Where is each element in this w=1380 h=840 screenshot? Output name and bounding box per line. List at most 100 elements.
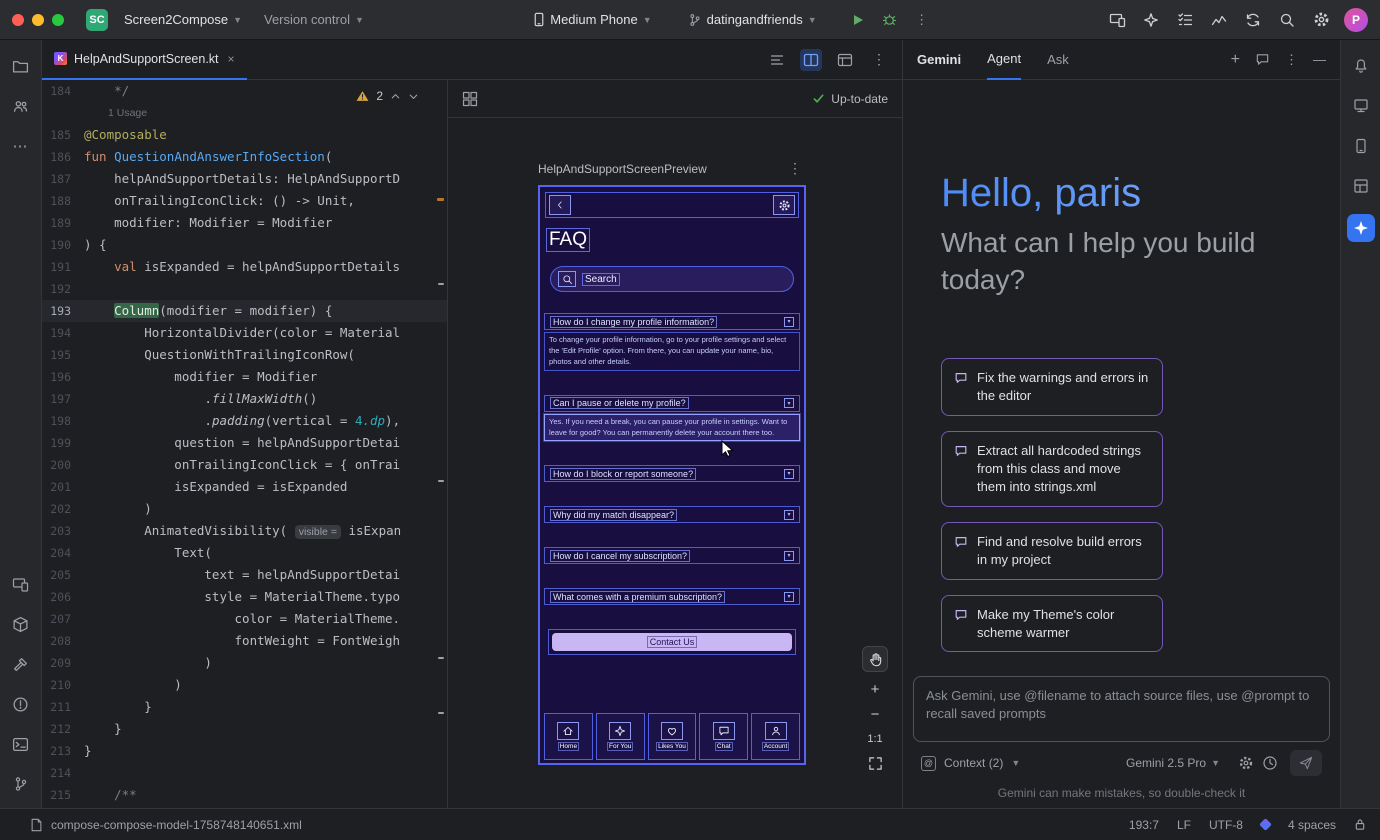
zoom-to-fit-button[interactable]	[868, 756, 883, 771]
task-list-button[interactable]	[1174, 9, 1196, 31]
nav-item-chat[interactable]: Chat	[699, 713, 748, 760]
code-line[interactable]: 198 .padding(vertical = 4.dp),	[42, 410, 447, 432]
faq-question-row[interactable]: How do I block or report someone?▾	[544, 465, 800, 482]
sync-button[interactable]	[1242, 9, 1264, 31]
code-line[interactable]: 201 isExpanded = isExpanded	[42, 476, 447, 498]
suggestion-card[interactable]: Find and resolve build errors in my proj…	[941, 522, 1163, 580]
nav-item-for-you[interactable]: For You	[596, 713, 645, 760]
code-line[interactable]: 202 )	[42, 498, 447, 520]
nav-item-home[interactable]: Home	[544, 713, 593, 760]
build-tool-button[interactable]	[9, 652, 33, 676]
prev-issue-icon[interactable]	[390, 91, 401, 102]
inspections-widget[interactable]: 2	[350, 87, 425, 105]
gemini-prompt-input[interactable]: Ask Gemini, use @filename to attach sour…	[913, 676, 1330, 742]
gemini-settings-icon[interactable]	[1238, 755, 1254, 771]
code-line[interactable]: 186fun QuestionAndAnswerInfoSection(	[42, 146, 447, 168]
minimize-window-button[interactable]	[32, 14, 44, 26]
contact-us-button[interactable]: Contact Us	[552, 633, 792, 651]
running-devices-button[interactable]	[9, 572, 33, 596]
faq-question-row[interactable]: Can I pause or delete my profile?▾	[544, 395, 800, 412]
ai-assistant-button[interactable]	[1140, 9, 1162, 31]
emulator-button[interactable]	[1349, 134, 1373, 158]
close-tab-icon[interactable]: ×	[228, 52, 235, 66]
code-line[interactable]: 196 modifier = Modifier	[42, 366, 447, 388]
preview-options-button[interactable]: ⋮	[788, 160, 802, 177]
device-selector[interactable]: Medium Phone▼	[527, 9, 657, 30]
code-line[interactable]: 192	[42, 278, 447, 300]
editor-options-button[interactable]: ⋮	[868, 49, 890, 71]
maximize-window-button[interactable]	[52, 14, 64, 26]
zoom-ratio-button[interactable]: 1:1	[867, 733, 882, 745]
search-button[interactable]	[1276, 9, 1298, 31]
expand-icon[interactable]: ▾	[784, 398, 794, 408]
new-chat-button[interactable]: +	[1231, 51, 1240, 69]
code-line[interactable]: 197 .fillMaxWidth()	[42, 388, 447, 410]
suggestion-card[interactable]: Make my Theme's color scheme warmer	[941, 595, 1163, 653]
back-button[interactable]	[549, 195, 571, 215]
code-line[interactable]: 199 question = helpAndSupportDetai	[42, 432, 447, 454]
problems-tool-button[interactable]	[9, 692, 33, 716]
ai-status-icon[interactable]	[1259, 818, 1272, 831]
code-line[interactable]: 194 HorizontalDivider(color = Material	[42, 322, 447, 344]
gemini-options-button[interactable]: ⋮	[1285, 52, 1298, 68]
code-line[interactable]: 187 helpAndSupportDetails: HelpAndSuppor…	[42, 168, 447, 190]
zoom-in-button[interactable]: +	[871, 683, 880, 697]
pan-tool-button[interactable]	[862, 646, 888, 672]
project-tool-button[interactable]	[9, 54, 33, 78]
expand-icon[interactable]: ▾	[784, 510, 794, 520]
code-line[interactable]: 208 fontWeight = FontWeigh	[42, 630, 447, 652]
code-line[interactable]: 206 style = MaterialTheme.typo	[42, 586, 447, 608]
code-line[interactable]: 188 onTrailingIconClick: () -> Unit,	[42, 190, 447, 212]
user-avatar[interactable]: P	[1344, 8, 1368, 32]
hide-panel-button[interactable]: —	[1313, 52, 1326, 67]
send-button[interactable]	[1290, 750, 1322, 776]
chat-history-icon[interactable]	[1255, 52, 1270, 67]
code-line[interactable]: 211 }	[42, 696, 447, 718]
design-view-button[interactable]	[834, 49, 856, 71]
package-tool-button[interactable]	[9, 612, 33, 636]
gemini-tool-button[interactable]	[1347, 214, 1375, 242]
status-file-name[interactable]: compose-compose-model-1758748140651.xml	[51, 818, 302, 832]
project-selector[interactable]: Screen2Compose▼	[118, 9, 248, 30]
device-mirroring-button[interactable]	[1106, 9, 1128, 31]
model-selector[interactable]: Gemini 2.5 Pro ▼	[1126, 756, 1220, 770]
code-line[interactable]: 215 /**	[42, 784, 447, 806]
close-window-button[interactable]	[12, 14, 24, 26]
code-line[interactable]: 213}	[42, 740, 447, 762]
code-line[interactable]: 203 AnimatedVisibility( visible = isExpa…	[42, 520, 447, 542]
code-line[interactable]: 200 onTrailingIconClick = { onTrai	[42, 454, 447, 476]
tab-agent[interactable]: Agent	[987, 40, 1021, 80]
resource-manager-button[interactable]	[9, 94, 33, 118]
git-tool-button[interactable]	[9, 772, 33, 796]
settings-gear-button[interactable]	[773, 195, 795, 215]
notifications-button[interactable]	[1349, 54, 1373, 78]
code-line[interactable]: 189 modifier: Modifier = Modifier	[42, 212, 447, 234]
terminal-tool-button[interactable]	[9, 732, 33, 756]
code-line[interactable]: 195 QuestionWithTrailingIconRow(	[42, 344, 447, 366]
editor-tab[interactable]: K HelpAndSupportScreen.kt ×	[42, 40, 247, 80]
code-line[interactable]: 209 )	[42, 652, 447, 674]
expand-icon[interactable]: ▾	[784, 592, 794, 602]
nav-item-account[interactable]: Account	[751, 713, 800, 760]
prompt-history-icon[interactable]	[1262, 755, 1278, 771]
expand-icon[interactable]: ▾	[784, 317, 794, 327]
search-field[interactable]: Search	[550, 266, 794, 292]
code-line[interactable]: 212 }	[42, 718, 447, 740]
faq-question-row[interactable]: What comes with a premium subscription?▾	[544, 588, 800, 605]
code-line[interactable]: 185@Composable	[42, 124, 447, 146]
line-ending[interactable]: LF	[1177, 818, 1191, 832]
code-view-button[interactable]	[766, 49, 788, 71]
code-editor[interactable]: 184 */1 Usage185@Composable186fun Questi…	[42, 80, 447, 808]
code-line[interactable]: 191 val isExpanded = helpAndSupportDetai…	[42, 256, 447, 278]
split-view-button[interactable]	[800, 49, 822, 71]
lock-icon[interactable]	[1354, 818, 1366, 831]
code-line[interactable]: 210 )	[42, 674, 447, 696]
next-issue-icon[interactable]	[408, 91, 419, 102]
more-actions-button[interactable]: ⋮	[911, 9, 933, 31]
preview-name-label[interactable]: HelpAndSupportScreenPreview	[538, 162, 707, 176]
layout-inspector-button[interactable]	[1349, 174, 1373, 198]
usage-hint[interactable]: 1 Usage	[42, 102, 447, 124]
suggestion-card[interactable]: Fix the warnings and errors in the edito…	[941, 358, 1163, 416]
profiler-button[interactable]	[1208, 9, 1230, 31]
indent-setting[interactable]: 4 spaces	[1288, 818, 1336, 832]
